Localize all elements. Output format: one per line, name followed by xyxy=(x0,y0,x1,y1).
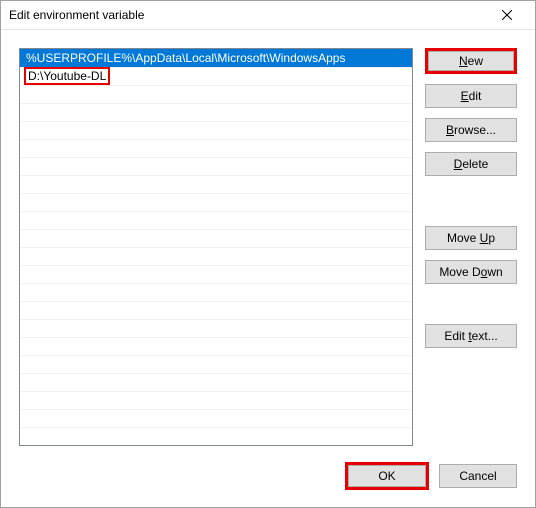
list-item[interactable]: %USERPROFILE%\AppData\Local\Microsoft\Wi… xyxy=(20,49,412,67)
new-button-highlight: New xyxy=(425,48,517,74)
browse-button-label-rest: rowse... xyxy=(454,123,496,137)
new-button-label-rest: ew xyxy=(468,54,483,68)
window-title: Edit environment variable xyxy=(9,8,487,22)
edit-button-mnemonic: E xyxy=(461,89,469,103)
buttons-column: New Edit Browse... Delete Move Up Move D… xyxy=(425,48,517,446)
edit-text-label-post: ext... xyxy=(472,329,498,343)
close-button[interactable] xyxy=(487,1,527,29)
list-grid-lines xyxy=(20,49,412,445)
delete-button-mnemonic: D xyxy=(454,157,463,171)
ok-button-highlight: OK xyxy=(345,462,429,490)
list-item-text: %USERPROFILE%\AppData\Local\Microsoft\Wi… xyxy=(26,51,345,65)
move-up-label-pre: Move xyxy=(447,231,480,245)
delete-button[interactable]: Delete xyxy=(425,152,517,176)
path-listbox[interactable]: %USERPROFILE%\AppData\Local\Microsoft\Wi… xyxy=(19,48,413,446)
browse-button-mnemonic: B xyxy=(446,123,454,137)
client-area: %USERPROFILE%\AppData\Local\Microsoft\Wi… xyxy=(1,30,535,508)
edit-text-label-pre: Edit xyxy=(444,329,468,343)
list-item-text: D:\Youtube-DL xyxy=(28,69,106,83)
delete-button-label-rest: elete xyxy=(462,157,488,171)
new-button-mnemonic: N xyxy=(459,54,468,68)
edit-text-button[interactable]: Edit text... xyxy=(425,324,517,348)
edit-button-label-rest: dit xyxy=(469,89,482,103)
browse-button[interactable]: Browse... xyxy=(425,118,517,142)
move-up-button[interactable]: Move Up xyxy=(425,226,517,250)
move-up-label-post: p xyxy=(488,231,495,245)
dialog-window: Edit environment variable %USERPROFILE%\… xyxy=(0,0,536,508)
list-item-highlight: D:\Youtube-DL xyxy=(24,67,110,85)
ok-button[interactable]: OK xyxy=(348,465,426,487)
main-row: %USERPROFILE%\AppData\Local\Microsoft\Wi… xyxy=(19,48,517,446)
close-icon xyxy=(502,10,512,20)
bottom-button-row: OK Cancel xyxy=(19,446,517,490)
new-button[interactable]: New xyxy=(428,51,514,71)
list-item[interactable]: D:\Youtube-DL xyxy=(20,67,412,85)
edit-button[interactable]: Edit xyxy=(425,84,517,108)
cancel-button[interactable]: Cancel xyxy=(439,464,517,488)
move-down-label-pre: Move D xyxy=(439,265,480,279)
titlebar: Edit environment variable xyxy=(1,1,535,30)
move-down-label-post: wn xyxy=(487,265,502,279)
move-down-button[interactable]: Move Down xyxy=(425,260,517,284)
